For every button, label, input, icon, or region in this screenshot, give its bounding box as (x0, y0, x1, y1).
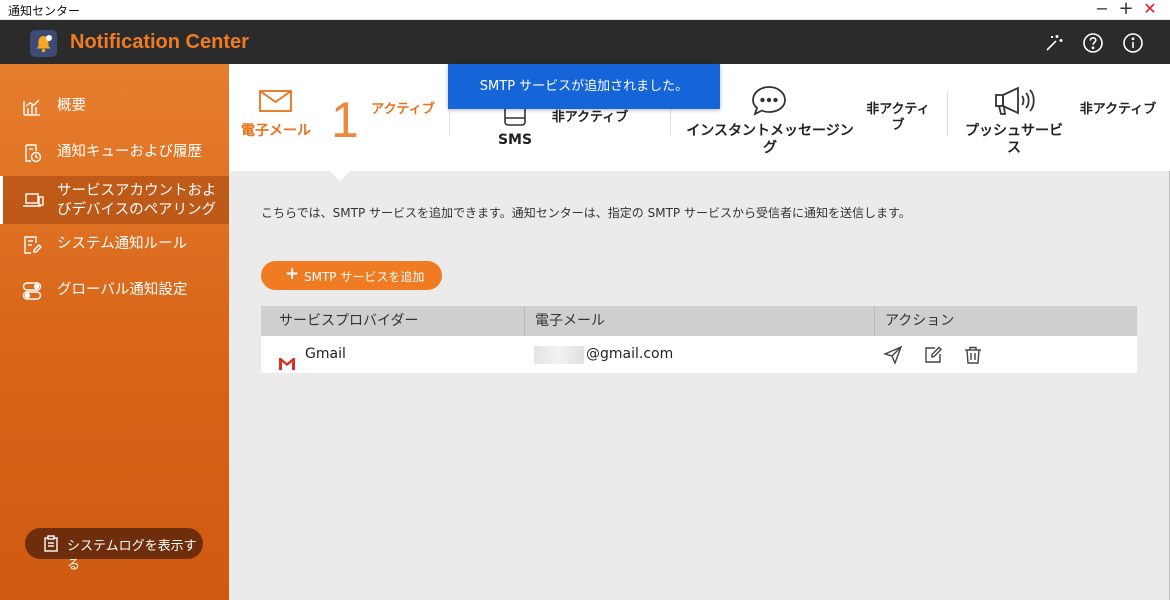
sidebar-item-label: 概要 (57, 98, 86, 114)
help-icon[interactable] (1082, 32, 1104, 54)
envelope-icon (259, 90, 292, 116)
plus-icon: + (285, 264, 300, 284)
magic-wand-icon[interactable] (1042, 32, 1064, 54)
app-title: Notification Center (70, 31, 249, 53)
smtp-service-table: サービスプロバイダー 電子メール アクション Gmail @gmail.com (261, 306, 1137, 373)
table-header: サービスプロバイダー 電子メール アクション (261, 306, 1137, 336)
success-toast: SMTP サービスが追加されました。 (448, 64, 720, 109)
view-system-log-button[interactable]: システムログを表示する (25, 528, 203, 573)
sidebar-item-label: システム通知ルール (57, 236, 188, 252)
add-smtp-service-label: SMTP サービスを追加 (304, 270, 425, 284)
tab-im-status: 非アクティブ (866, 102, 930, 133)
chat-bubble-icon (751, 85, 787, 121)
history-doc-icon (22, 143, 42, 163)
sidebar-item-label: グローバル通知設定 (57, 282, 188, 298)
minimize-button[interactable]: − (1090, 0, 1114, 20)
tab-push-service[interactable]: プッシュサービス 非アクティブ (948, 64, 1170, 171)
tab-email-status: アクティブ (371, 102, 435, 117)
sidebar-item-queue-history[interactable]: 通知キューおよび履歴 (0, 143, 229, 163)
redacted-username (534, 346, 584, 364)
column-header-email: 電子メール (524, 306, 874, 336)
add-smtp-service-button[interactable]: + SMTP サービスを追加 (261, 261, 442, 290)
main-content: 電子メール 1 アクティブ SMS 非アクティブ インスタントメッセージング 非… (229, 64, 1170, 600)
window-title: 通知センター (8, 4, 81, 18)
page-description: こちらでは、SMTP サービスを追加できます。通知センターは、指定の SMTP … (261, 206, 911, 220)
rules-edit-icon (22, 235, 42, 255)
app-logo-icon (30, 30, 57, 57)
tab-email-count: 1 (331, 92, 359, 148)
gmail-icon (279, 348, 295, 385)
edit-icon[interactable] (923, 345, 943, 365)
trash-icon[interactable] (963, 345, 983, 365)
column-header-action: アクション (874, 306, 1137, 336)
clipboard-icon (43, 535, 59, 556)
sidebar-item-service-accounts[interactable]: サービスアカウントおよびデバイスのペアリング (0, 176, 229, 224)
window-titlebar: 通知センター − + ✕ (0, 0, 1170, 20)
sidebar-item-label: 通知キューおよび履歴 (57, 144, 202, 160)
tab-email-name: 電子メール (241, 123, 311, 139)
close-button[interactable]: ✕ (1138, 0, 1162, 20)
tab-email[interactable]: 電子メール 1 アクティブ (229, 64, 449, 171)
table-row[interactable]: Gmail @gmail.com (261, 336, 1137, 373)
sidebar-item-label: サービスアカウントおよびデバイスのペアリング (57, 183, 217, 218)
column-header-provider: サービスプロバイダー (279, 313, 419, 329)
tab-im-name: インスタントメッセージング (686, 123, 854, 156)
sidebar-item-system-rules[interactable]: システム通知ルール (0, 235, 229, 255)
megaphone-icon (994, 85, 1038, 121)
sidebar-item-global-settings[interactable]: グローバル通知設定 (0, 281, 229, 301)
view-system-log-label: システムログを表示する (67, 539, 197, 573)
active-tab-pointer (330, 171, 350, 181)
sidebar: 概要 通知キューおよび履歴 サービスアカウントおよびデバイスのペアリング システ… (0, 64, 229, 600)
bar-chart-icon (22, 97, 42, 117)
provider-name: Gmail (305, 346, 346, 362)
sidebar-item-overview[interactable]: 概要 (0, 97, 229, 117)
maximize-button[interactable]: + (1114, 0, 1138, 20)
email-address: @gmail.com (586, 346, 674, 362)
tab-sms-status: 非アクティブ (551, 110, 629, 125)
app-header: Notification Center (0, 20, 1170, 64)
info-icon[interactable] (1122, 32, 1144, 54)
toggle-settings-icon (22, 281, 42, 301)
send-test-icon[interactable] (882, 345, 903, 365)
devices-icon (22, 190, 44, 210)
tab-push-name: プッシュサービス (965, 123, 1063, 156)
tab-sms-name: SMS (497, 132, 533, 148)
tab-push-status: 非アクティブ (1079, 102, 1157, 117)
